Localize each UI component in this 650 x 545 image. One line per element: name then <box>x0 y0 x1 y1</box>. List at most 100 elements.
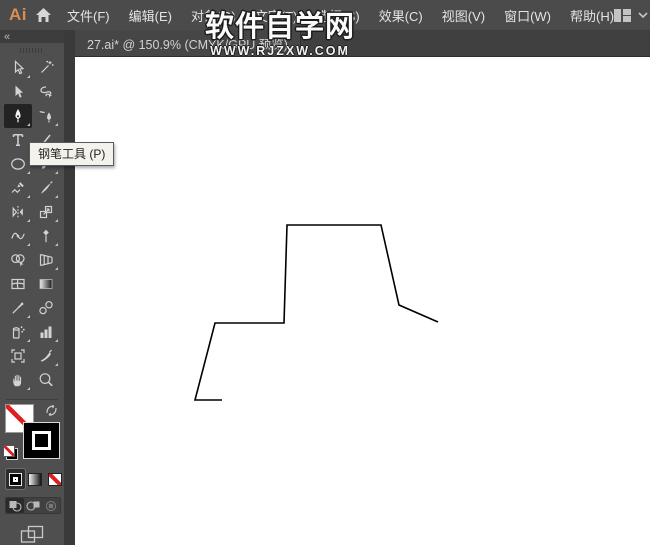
pen-tool-tooltip: 钢笔工具 (P) <box>29 142 114 166</box>
panel-header: « <box>0 30 64 43</box>
direct-selection-arrow-icon <box>9 83 27 101</box>
panel-divider <box>6 399 58 400</box>
puppet-pin-icon <box>37 227 55 245</box>
mesh-icon <box>9 275 27 293</box>
column-graph-tool[interactable] <box>32 320 60 344</box>
menu-help[interactable]: 帮助(H) <box>570 6 614 25</box>
screen-mode-button[interactable] <box>19 525 45 544</box>
gradient-icon <box>37 275 55 293</box>
home-button[interactable] <box>35 4 52 26</box>
selection-tool[interactable] <box>4 56 32 80</box>
menu-window[interactable]: 窗口(W) <box>504 6 551 25</box>
shape-builder-tool[interactable] <box>4 248 32 272</box>
shape-builder-icon <box>9 251 27 269</box>
zoom-icon <box>37 371 55 389</box>
draw-inside-button[interactable] <box>42 498 60 513</box>
column-graph-icon <box>37 323 55 341</box>
menu-type[interactable]: 文字(T) <box>255 6 298 25</box>
menu-object[interactable]: 对象(O) <box>191 6 236 25</box>
gradient-button[interactable] <box>26 469 45 489</box>
fill-stroke-controls <box>0 403 64 463</box>
document-area: 27.ai* @ 150.9% (CMYK/GPU 预览) <box>75 30 650 545</box>
scale-icon <box>37 203 55 221</box>
slice-icon <box>37 347 55 365</box>
menu-select[interactable]: 选择(S) <box>316 6 359 25</box>
shaper-tool[interactable] <box>4 176 32 200</box>
eyedropper-tool[interactable] <box>4 296 32 320</box>
panel-gripper[interactable] <box>20 48 44 53</box>
canvas[interactable] <box>75 57 650 545</box>
eyedropper-icon <box>9 299 27 317</box>
lasso-tool[interactable] <box>32 80 60 104</box>
pen-tool[interactable] <box>4 104 32 128</box>
curvature-pen-icon <box>37 107 55 125</box>
paint-style-buttons <box>6 469 64 489</box>
symbol-sprayer-tool[interactable] <box>4 320 32 344</box>
zoom-tool[interactable] <box>32 368 60 392</box>
type-tool[interactable] <box>4 128 32 152</box>
reflect-icon <box>9 203 27 221</box>
color-icon <box>9 473 22 486</box>
stroke-swatch[interactable] <box>23 422 60 459</box>
gradient-tool[interactable] <box>32 272 60 296</box>
color-button[interactable] <box>6 469 25 489</box>
menu-edit[interactable]: 编辑(E) <box>129 6 172 25</box>
blend-icon <box>37 299 55 317</box>
type-icon <box>9 131 27 149</box>
tools-dock: « <box>0 30 75 545</box>
artboard-icon <box>9 347 27 365</box>
drawing-modes <box>5 497 61 514</box>
lasso-icon <box>37 83 55 101</box>
none-button[interactable] <box>45 469 64 489</box>
collapse-panel-button[interactable]: « <box>0 32 9 42</box>
screen-mode-icon <box>20 525 44 544</box>
magic-wand-icon <box>37 59 55 77</box>
default-swatches-icon[interactable] <box>3 445 18 460</box>
selection-arrow-icon <box>9 59 27 77</box>
mesh-tool[interactable] <box>4 272 32 296</box>
draw-behind-icon <box>25 499 41 513</box>
tooltip-text: 钢笔工具 (P) <box>38 147 105 161</box>
workspace-layout-icon <box>614 9 631 22</box>
pen-path[interactable] <box>195 225 438 400</box>
menu-file[interactable]: 文件(F) <box>67 6 110 25</box>
reflect-tool[interactable] <box>4 200 32 224</box>
width-tool[interactable] <box>4 224 32 248</box>
illustrator-logo[interactable]: Ai <box>0 5 35 25</box>
pen-icon <box>9 107 27 125</box>
puppet-warp-tool[interactable] <box>32 224 60 248</box>
blend-tool[interactable] <box>32 296 60 320</box>
hand-tool[interactable] <box>4 368 32 392</box>
workspace-switcher[interactable] <box>614 9 650 22</box>
knife-icon <box>37 179 55 197</box>
menubar: Ai 文件(F) 编辑(E) 对象(O) 文字(T) 选择(S) 效果(C) 视… <box>0 0 650 30</box>
none-swatch-icon <box>48 473 62 486</box>
chevron-down-icon <box>638 12 648 18</box>
draw-normal-button[interactable] <box>6 498 24 513</box>
direct-selection-tool[interactable] <box>4 80 32 104</box>
draw-behind-button[interactable] <box>24 498 42 513</box>
menu-view[interactable]: 视图(V) <box>442 6 485 25</box>
document-tab-title: 27.ai* @ 150.9% (CMYK/GPU 预览) <box>87 34 288 53</box>
hand-icon <box>9 371 27 389</box>
artboard-tool[interactable] <box>4 344 32 368</box>
magic-wand-tool[interactable] <box>32 56 60 80</box>
swap-fill-stroke-icon[interactable] <box>44 403 59 418</box>
knife-tool[interactable] <box>32 176 60 200</box>
draw-normal-icon <box>7 499 23 513</box>
document-tab[interactable]: 27.ai* @ 150.9% (CMYK/GPU 预览) <box>75 30 301 56</box>
symbol-sprayer-icon <box>9 323 27 341</box>
gradient-swatch-icon <box>28 473 42 486</box>
artwork-layer <box>75 57 650 545</box>
menu-effect[interactable]: 效果(C) <box>379 6 423 25</box>
home-icon <box>35 7 52 23</box>
shaper-icon <box>9 179 27 197</box>
perspective-grid-tool[interactable] <box>32 248 60 272</box>
menu-list: 文件(F) 编辑(E) 对象(O) 文字(T) 选择(S) 效果(C) 视图(V… <box>67 6 614 25</box>
slice-tool[interactable] <box>32 344 60 368</box>
scale-tool[interactable] <box>32 200 60 224</box>
draw-inside-icon <box>43 499 59 513</box>
ellipse-tool[interactable] <box>4 152 32 176</box>
curvature-tool[interactable] <box>32 104 60 128</box>
ellipse-icon <box>9 155 27 173</box>
